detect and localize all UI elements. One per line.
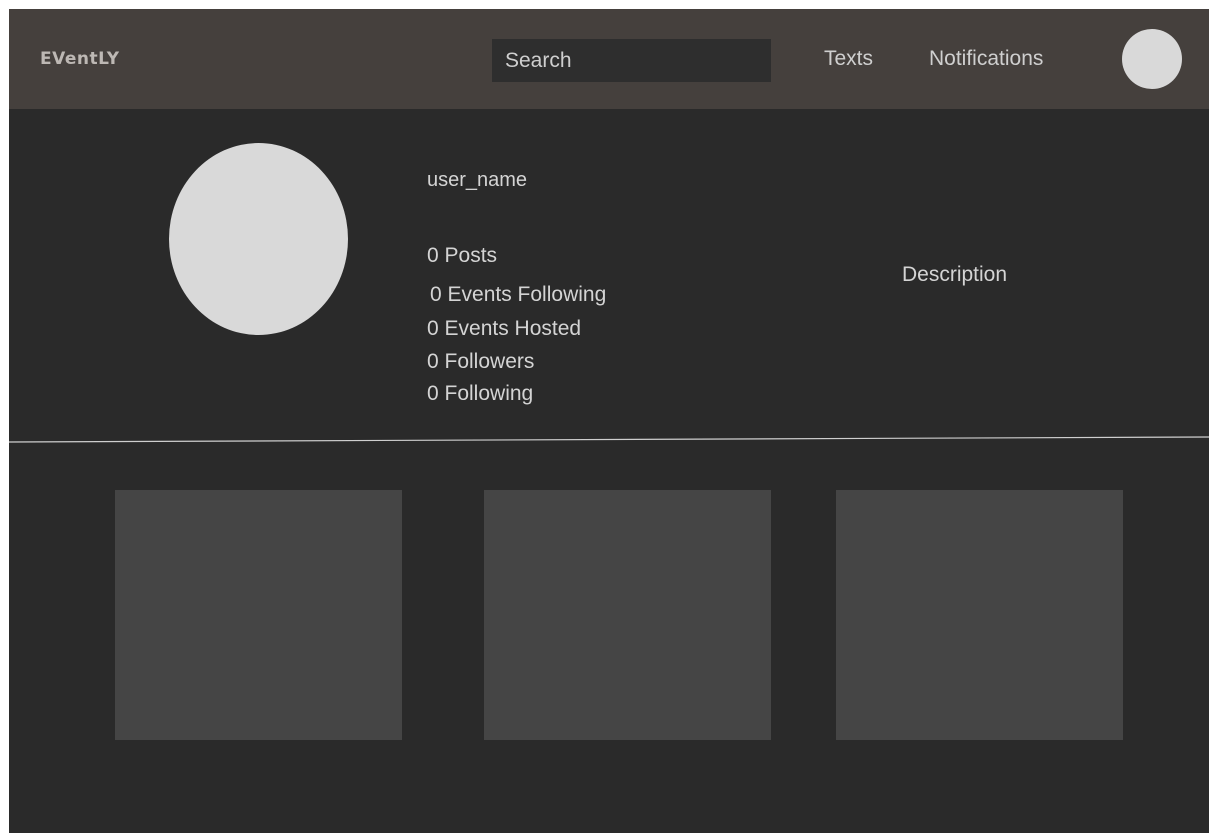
stat-followers[interactable]: 0 Followers [427, 350, 534, 374]
stat-events-following[interactable]: 0 Events Following [430, 283, 606, 307]
nav-notifications-link[interactable]: Notifications [929, 47, 1043, 71]
stat-events-hosted[interactable]: 0 Events Hosted [427, 317, 581, 341]
top-navigation-bar: EVentLY Texts Notifications [9, 9, 1209, 109]
app-frame: EVentLY Texts Notifications user_name 0 … [9, 9, 1209, 833]
profile-username: user_name [427, 169, 528, 191]
search-input[interactable] [492, 39, 771, 82]
nav-texts-link[interactable]: Texts [824, 47, 873, 71]
profile-avatar [169, 143, 348, 335]
post-tile[interactable] [836, 490, 1123, 740]
app-logo[interactable]: EVentLY [40, 49, 120, 69]
stat-following[interactable]: 0 Following [427, 382, 533, 406]
post-tile[interactable] [115, 490, 402, 740]
stat-posts[interactable]: 0 Posts [427, 244, 497, 268]
user-avatar-button[interactable] [1122, 29, 1182, 89]
profile-description: Description [902, 263, 1008, 286]
post-tile[interactable] [484, 490, 771, 740]
